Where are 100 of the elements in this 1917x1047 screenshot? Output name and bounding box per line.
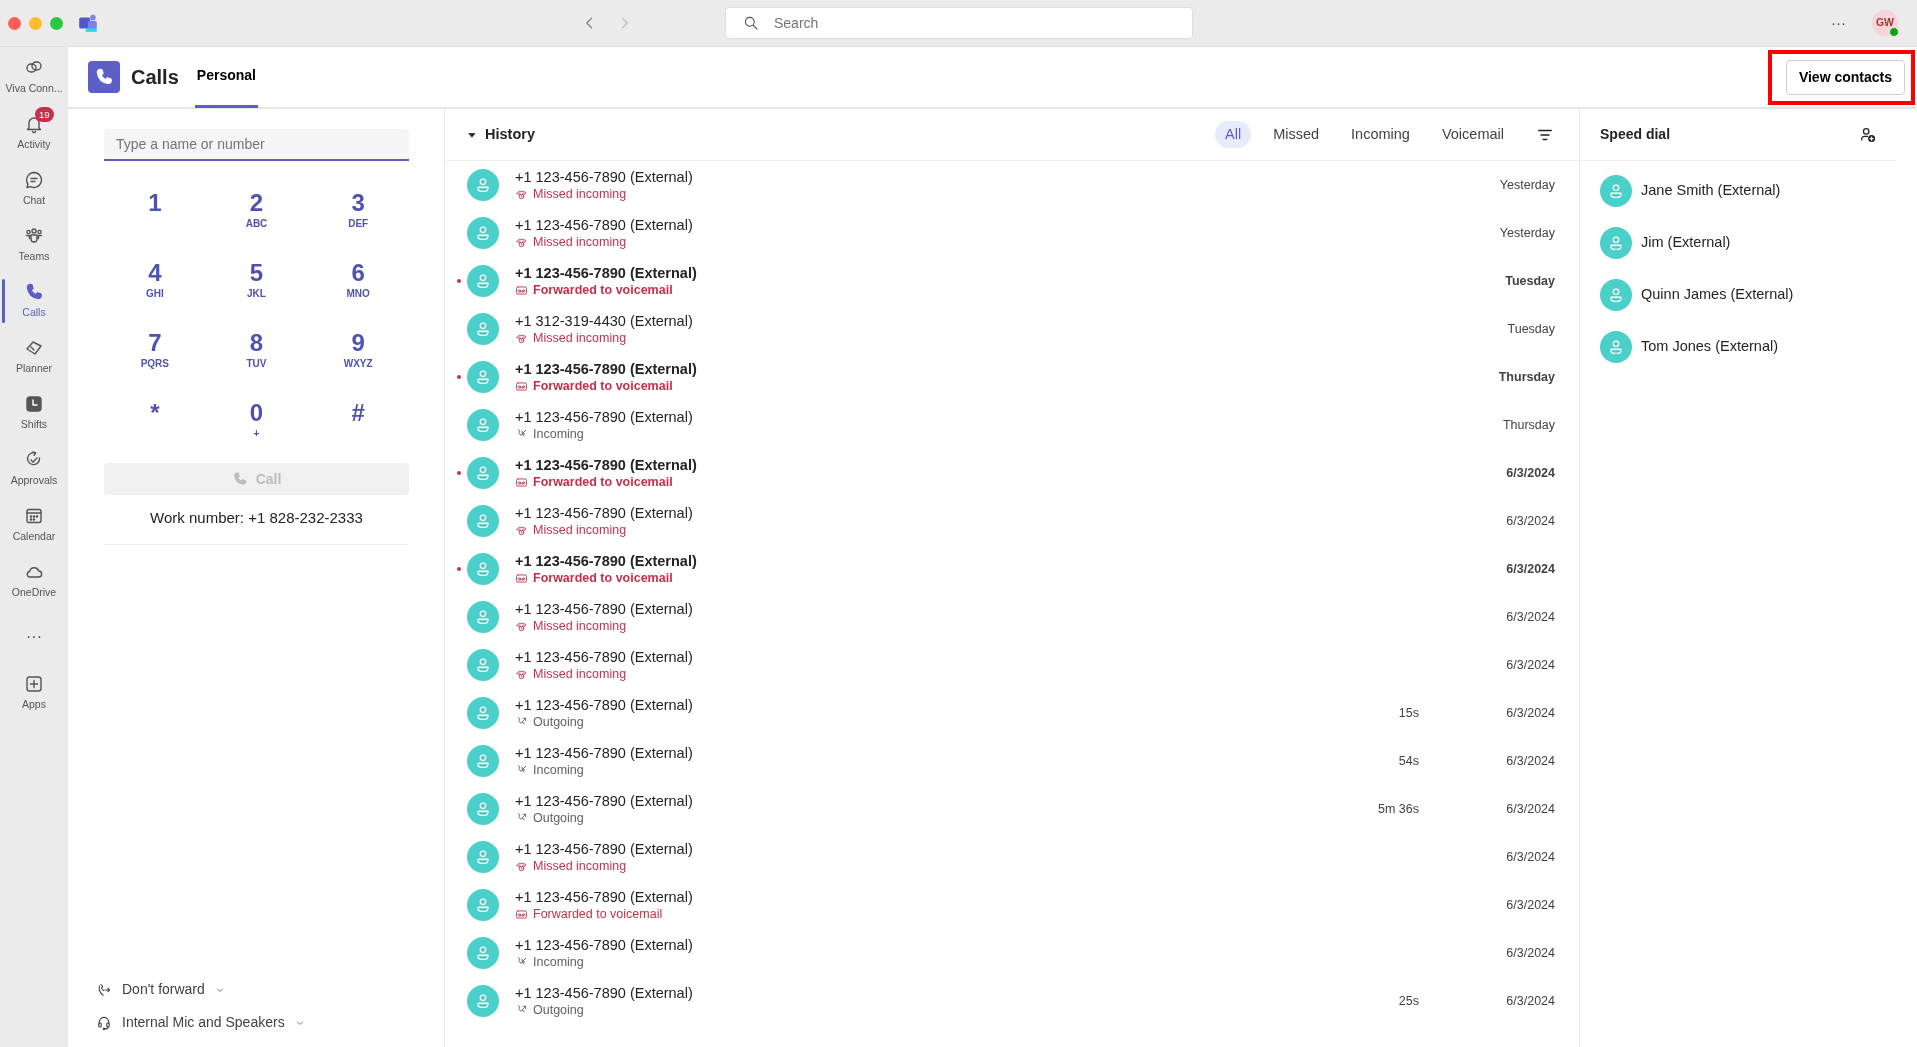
rail-item[interactable]: Chat — [0, 161, 68, 217]
history-row[interactable]: +1 123-456-7890 (External) Missed incoming Yesterday — [445, 161, 1579, 209]
user-avatar[interactable]: GW — [1872, 10, 1898, 36]
voicemail-icon — [515, 283, 528, 297]
caller-number: +1 312-319-4430 (External) — [515, 312, 693, 330]
caller-number: +1 123-456-7890 (External) — [515, 408, 693, 426]
rail-item[interactable]: Activity 19 — [0, 105, 68, 161]
more-options-icon[interactable]: ··· — [1831, 12, 1846, 35]
dial-key[interactable]: 7 PQRS — [104, 323, 206, 393]
contact-avatar — [467, 409, 499, 441]
contact-avatar — [467, 505, 499, 537]
close-button[interactable] — [8, 16, 21, 30]
calls-app-icon — [88, 61, 120, 93]
headset-icon — [96, 1014, 112, 1031]
speed-dial-contact[interactable]: Quinn James (External) — [1580, 269, 1917, 321]
rail-item[interactable]: Shifts — [0, 385, 68, 441]
history-row[interactable]: +1 123-456-7890 (External) Outgoing 15s 6/3/2024 — [445, 689, 1579, 737]
history-row[interactable]: +1 123-456-7890 (External) Forwarded to voicemail 6/3/2024 — [445, 881, 1579, 929]
contact-avatar — [1600, 175, 1632, 207]
filter-tab[interactable]: Voicemail — [1431, 120, 1514, 149]
dial-key[interactable]: 5 JKL — [205, 253, 308, 323]
dial-key[interactable]: 0 + — [205, 393, 308, 463]
rail-item[interactable]: ··· — [0, 609, 68, 665]
contact-avatar — [467, 745, 499, 777]
history-row[interactable]: +1 123-456-7890 (External) Incoming 54s 6/3/2024 — [445, 737, 1579, 785]
dial-key[interactable]: * — [104, 393, 206, 463]
contact-avatar — [467, 265, 499, 297]
page-title: Calls — [131, 65, 179, 90]
rail-item[interactable]: OneDrive — [0, 553, 68, 609]
rail-item[interactable]: Approvals — [0, 441, 68, 497]
filter-tab[interactable]: All — [1215, 120, 1252, 149]
contact-name: Jane Smith (External) — [1641, 181, 1781, 201]
call-date: 6/3/2024 — [1506, 465, 1555, 480]
history-row[interactable]: +1 123-456-7890 (External) Outgoing 5m 36s 6/3/2024 — [445, 785, 1579, 833]
call-status: Outgoing — [533, 714, 584, 730]
tab[interactable]: Personal — [194, 46, 258, 108]
speed-dial-contact[interactable]: Jim (External) — [1580, 217, 1917, 269]
call-date: 6/3/2024 — [1506, 897, 1555, 912]
call-date: 6/3/2024 — [1506, 801, 1555, 816]
dial-key[interactable]: 1 — [104, 183, 206, 253]
call-duration: 25s — [1398, 993, 1419, 1008]
chat-icon — [24, 169, 44, 190]
dial-input-field[interactable]: Type a name or number — [104, 129, 409, 161]
caller-number: +1 123-456-7890 (External) — [515, 744, 693, 762]
dial-key[interactable]: 6 MNO — [307, 253, 409, 323]
work-number: Work number: +1 828-232-2333 — [104, 495, 409, 545]
voicemail-icon — [515, 907, 528, 921]
history-row[interactable]: +1 312-319-4430 (External) Missed incoming Tuesday — [445, 305, 1579, 353]
zoom-button[interactable] — [50, 16, 63, 30]
add-person-icon[interactable] — [1859, 125, 1877, 144]
history-row[interactable]: +1 123-456-7890 (External) Missed incoming 6/3/2024 — [445, 593, 1579, 641]
dial-key[interactable]: # — [307, 393, 409, 463]
call-status: Forwarded to voicemail — [533, 282, 673, 298]
rail-item[interactable]: Calls — [0, 273, 68, 329]
contact-avatar — [467, 937, 499, 969]
history-row[interactable]: +1 123-456-7890 (External) Missed incoming Yesterday — [445, 209, 1579, 257]
speed-dial-contact[interactable]: Tom Jones (External) — [1580, 321, 1917, 373]
rail-item[interactable]: Planner — [0, 329, 68, 385]
rail-item[interactable]: Viva Conn... — [0, 49, 68, 105]
history-row[interactable]: +1 123-456-7890 (External) Outgoing 25s 6/3/2024 — [445, 977, 1579, 1025]
caller-number: +1 123-456-7890 (External) — [515, 696, 693, 714]
call-date: Thursday — [1498, 369, 1555, 384]
history-row[interactable]: +1 123-456-7890 (External) Incoming 6/3/2024 — [445, 929, 1579, 977]
caller-number: +1 123-456-7890 (External) — [515, 600, 693, 618]
call-date: 6/3/2024 — [1506, 657, 1555, 672]
caller-number: +1 123-456-7890 (External) — [515, 456, 697, 474]
dial-key[interactable]: 8 TUV — [205, 323, 308, 393]
dial-key[interactable]: 9 WXYZ — [307, 323, 409, 393]
history-row[interactable]: +1 123-456-7890 (External) Forwarded to voicemail 6/3/2024 — [445, 545, 1579, 593]
call-date: 6/3/2024 — [1506, 561, 1555, 576]
history-row[interactable]: +1 123-456-7890 (External) Forwarded to voicemail 6/3/2024 — [445, 449, 1579, 497]
dial-key[interactable]: 3 DEF — [307, 183, 409, 253]
search-field[interactable]: Search — [725, 7, 1193, 39]
contact-avatar — [1600, 227, 1632, 259]
history-row[interactable]: +1 123-456-7890 (External) Missed incoming 6/3/2024 — [445, 641, 1579, 689]
caller-number: +1 123-456-7890 (External) — [515, 936, 693, 954]
history-row[interactable]: +1 123-456-7890 (External) Missed incoming 6/3/2024 — [445, 497, 1579, 545]
call-date: 6/3/2024 — [1506, 849, 1555, 864]
call-status: Incoming — [533, 762, 584, 778]
dial-key[interactable]: 2 ABC — [205, 183, 308, 253]
setting-dropdown[interactable]: Internal Mic and Speakers — [96, 1008, 409, 1037]
contact-avatar — [467, 841, 499, 873]
setting-dropdown[interactable]: Don't forward — [96, 975, 409, 1004]
speed-dial-contact[interactable]: Jane Smith (External) — [1580, 165, 1917, 217]
dial-key[interactable]: 4 GHI — [104, 253, 206, 323]
filter-tab[interactable]: Missed — [1263, 120, 1330, 149]
call-duration: 15s — [1398, 705, 1419, 720]
rail-item[interactable]: Apps — [0, 665, 68, 721]
history-row[interactable]: +1 123-456-7890 (External) Forwarded to voicemail Thursday — [445, 353, 1579, 401]
filter-tab[interactable]: Incoming — [1341, 120, 1420, 149]
call-date: 6/3/2024 — [1506, 945, 1555, 960]
history-row[interactable]: +1 123-456-7890 (External) Forwarded to voicemail Tuesday — [445, 257, 1579, 305]
contact-avatar — [467, 601, 499, 633]
contact-avatar — [467, 553, 499, 585]
rail-item[interactable]: Calendar — [0, 497, 68, 553]
clock-icon — [24, 393, 44, 414]
rail-item[interactable]: Teams — [0, 217, 68, 273]
history-row[interactable]: +1 123-456-7890 (External) Incoming Thursday — [445, 401, 1579, 449]
view-contacts-button[interactable]: View contacts — [1785, 59, 1905, 95]
history-row[interactable]: +1 123-456-7890 (External) Missed incoming 6/3/2024 — [445, 833, 1579, 881]
